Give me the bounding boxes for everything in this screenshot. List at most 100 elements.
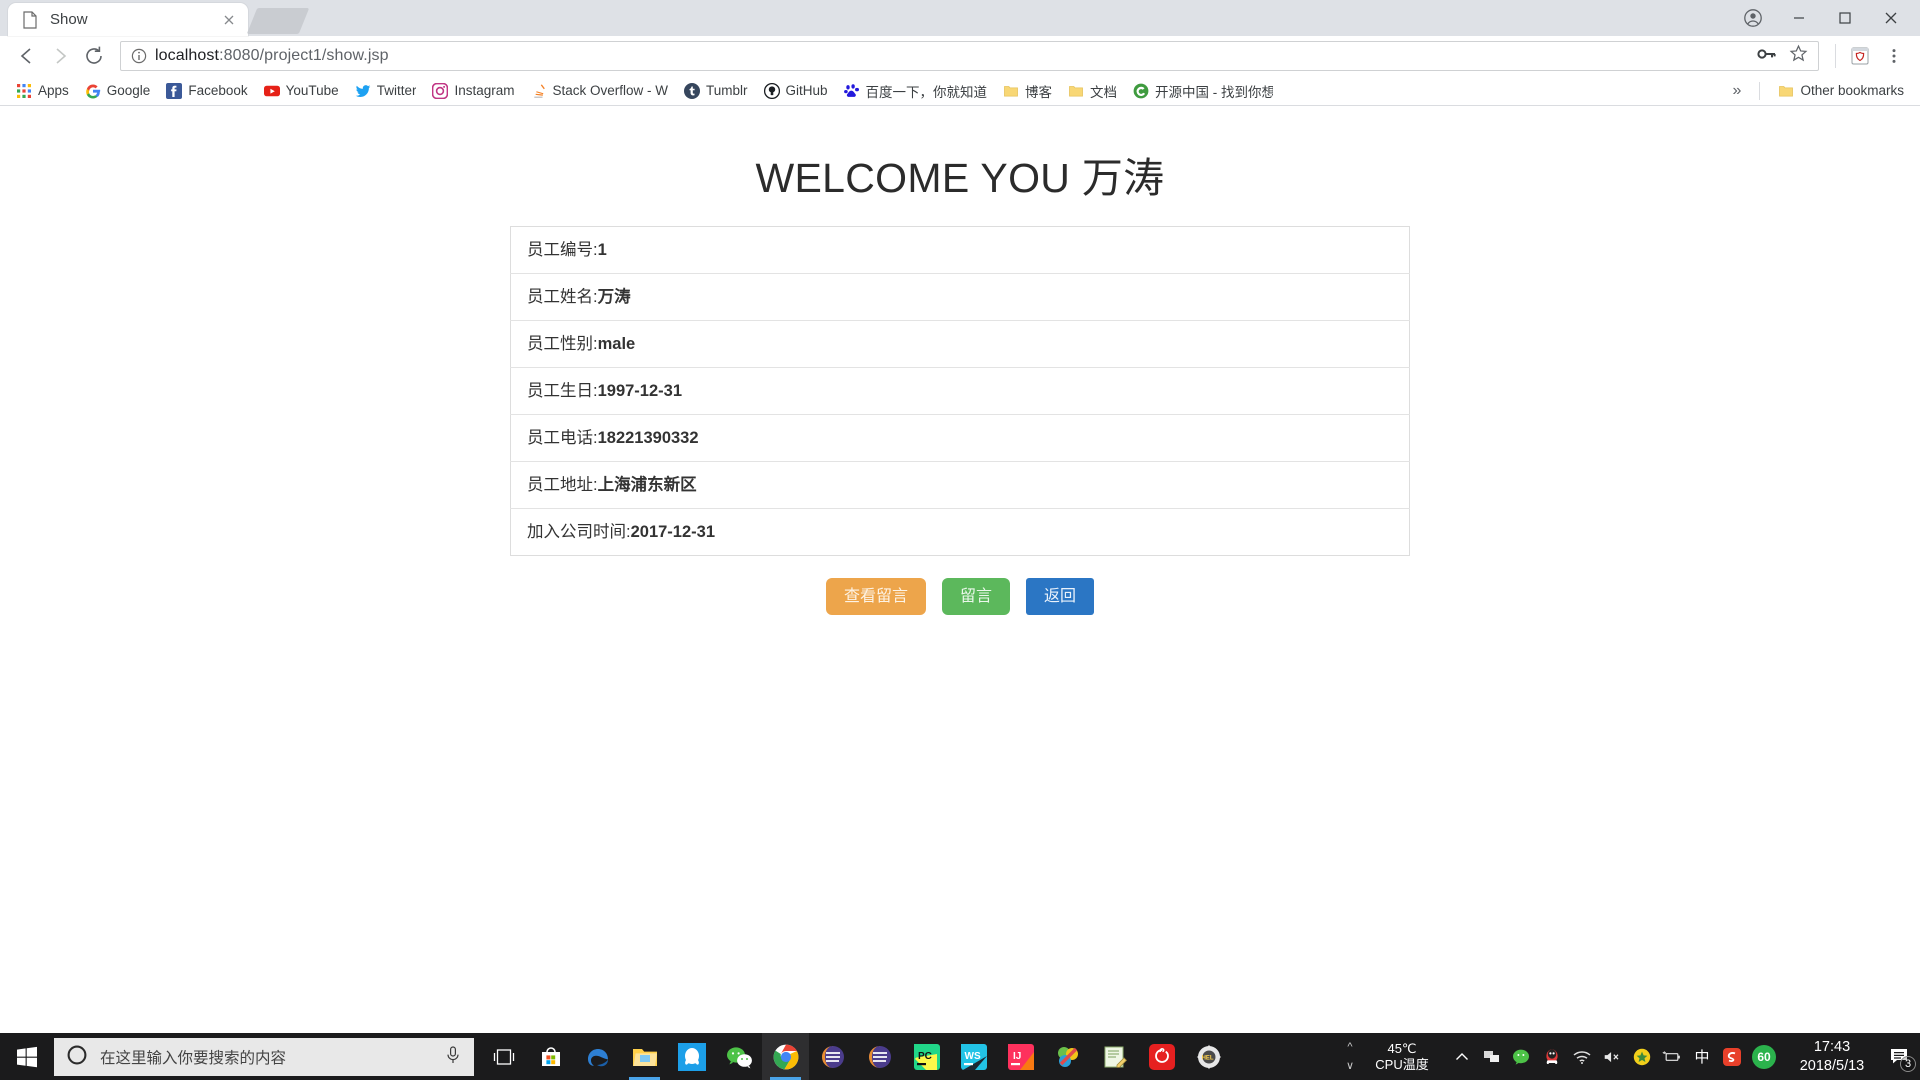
- row-value: 万涛: [597, 288, 631, 306]
- account-icon[interactable]: [1730, 3, 1776, 33]
- table-row: 员工性别:male: [510, 321, 1410, 368]
- bookmark-google[interactable]: Google: [77, 80, 159, 102]
- stackoverflow-icon: [530, 83, 546, 99]
- security-icon[interactable]: [1632, 1047, 1652, 1067]
- file-explorer-icon[interactable]: [621, 1033, 668, 1080]
- onedrive-icon[interactable]: [1482, 1047, 1502, 1067]
- bookmarks-bar: Apps Google Facebook YouTube Twitter Ins…: [0, 76, 1920, 106]
- bookmark-folder-blog[interactable]: 博客: [995, 78, 1060, 104]
- gear-tool-icon[interactable]: HEL: [1185, 1033, 1232, 1080]
- row-value: 1997-12-31: [597, 382, 682, 400]
- bookmark-tumblr[interactable]: Tumblr: [676, 80, 756, 102]
- chrome-icon[interactable]: [762, 1033, 809, 1080]
- bookmark-label: Instagram: [454, 83, 515, 98]
- wifi-icon[interactable]: [1572, 1047, 1592, 1067]
- wechat-tray-icon[interactable]: [1512, 1047, 1532, 1067]
- eclipse-icon-2[interactable]: [856, 1033, 903, 1080]
- table-cell: 员工电话:18221390332: [511, 415, 1410, 462]
- intellij-idea-icon[interactable]: IJ: [997, 1033, 1044, 1080]
- bookmark-oschina[interactable]: 开源中国 - 找到你想: [1125, 78, 1281, 104]
- bookmark-stackoverflow[interactable]: Stack Overflow - W: [522, 80, 676, 102]
- bookmark-github[interactable]: GitHub: [756, 80, 836, 102]
- task-view-icon[interactable]: [480, 1033, 527, 1080]
- browser-toolbar: localhost:8080/project1/show.jsp: [0, 36, 1920, 76]
- tray-scroll-chevrons[interactable]: ^ ∨: [1340, 1041, 1360, 1072]
- page-title: WELCOME YOU 万涛: [755, 155, 1165, 201]
- show-hidden-icons-chevron[interactable]: [1452, 1047, 1472, 1067]
- view-messages-button[interactable]: 查看留言: [825, 578, 926, 616]
- bookmarks-divider: [1759, 81, 1761, 100]
- search-input[interactable]: 在这里输入你要搜索的内容: [54, 1037, 474, 1076]
- tumblr-icon: [684, 82, 700, 99]
- webstorm-icon[interactable]: WS: [950, 1033, 997, 1080]
- qq-icon[interactable]: [668, 1033, 715, 1080]
- other-bookmarks-button[interactable]: Other bookmarks: [1770, 80, 1912, 102]
- windows-taskbar: 在这里输入你要搜索的内容 PC WS IJ HEL ^ ∨ 45℃ CPU温度 …: [0, 1033, 1920, 1080]
- wechat-icon[interactable]: [715, 1033, 762, 1080]
- chevron-up-icon[interactable]: ^: [1347, 1041, 1352, 1053]
- close-icon[interactable]: [220, 11, 238, 29]
- star-icon[interactable]: [1789, 44, 1808, 68]
- close-window-icon[interactable]: [1868, 3, 1914, 33]
- search-placeholder: 在这里输入你要搜索的内容: [100, 1049, 287, 1067]
- back-arrow-icon[interactable]: [10, 40, 42, 72]
- chevron-down-icon[interactable]: ∨: [1346, 1059, 1354, 1072]
- row-label: 员工生日:: [527, 382, 598, 400]
- bookmark-apps[interactable]: Apps: [8, 80, 77, 102]
- oschina-icon: [1133, 83, 1149, 99]
- folder-icon: [1003, 83, 1019, 99]
- reload-icon[interactable]: [78, 40, 110, 72]
- browser-window: Show localhost:8080/project1/show.jsp Ap…: [0, 0, 1920, 1033]
- clock-date: 2018/5/13: [1799, 1057, 1865, 1074]
- back-button[interactable]: 返回: [1026, 578, 1095, 616]
- edge-icon[interactable]: [574, 1033, 621, 1080]
- bookmarks-overflow-chevron[interactable]: »: [1725, 80, 1750, 102]
- netease-music-icon[interactable]: [1138, 1033, 1185, 1080]
- address-bar[interactable]: localhost:8080/project1/show.jsp: [120, 41, 1819, 71]
- driver-score-icon[interactable]: 60: [1752, 1044, 1776, 1069]
- folder-icon: [1068, 83, 1084, 99]
- microphone-icon[interactable]: [444, 1045, 462, 1069]
- key-icon[interactable]: [1757, 46, 1777, 67]
- taskbar-clock[interactable]: 17:43 2018/5/13: [1784, 1038, 1880, 1076]
- maximize-icon[interactable]: [1822, 3, 1868, 33]
- bookmark-baidu[interactable]: 百度一下，你就知道: [836, 78, 996, 104]
- microsoft-store-icon[interactable]: [527, 1033, 574, 1080]
- ime-chinese-icon[interactable]: 中: [1692, 1047, 1712, 1067]
- bookmark-label: 文档: [1090, 84, 1118, 100]
- row-label: 员工姓名:: [527, 288, 598, 306]
- row-label: 员工地址:: [527, 476, 598, 494]
- windows-start-icon[interactable]: [0, 1033, 54, 1080]
- minimize-icon[interactable]: [1776, 3, 1822, 33]
- bookmark-youtube[interactable]: YouTube: [256, 80, 347, 102]
- svg-text:HEL: HEL: [1201, 1055, 1213, 1061]
- tray-icon-list: 中 60: [1444, 1044, 1784, 1069]
- battery-icon[interactable]: [1662, 1047, 1682, 1067]
- bookmark-folder-docs[interactable]: 文档: [1060, 78, 1125, 104]
- twitter-icon: [355, 83, 371, 99]
- forward-arrow-icon[interactable]: [44, 40, 76, 72]
- leave-message-button[interactable]: 留言: [941, 578, 1010, 616]
- shield-extension-icon[interactable]: [1844, 40, 1876, 72]
- cpu-temperature-widget: 45℃ CPU温度: [1360, 1041, 1444, 1073]
- new-tab-button[interactable]: [246, 8, 310, 34]
- facebook-icon: [166, 82, 183, 99]
- bookmark-twitter[interactable]: Twitter: [347, 80, 425, 102]
- eclipse-icon[interactable]: [809, 1033, 856, 1080]
- three-dot-menu-icon[interactable]: [1878, 40, 1910, 72]
- table-cell: 员工性别:male: [511, 321, 1410, 368]
- pycharm-icon[interactable]: PC: [903, 1033, 950, 1080]
- qq-penguin-icon[interactable]: [1542, 1047, 1562, 1067]
- bookmark-instagram[interactable]: Instagram: [424, 80, 522, 102]
- navicat-icon[interactable]: [1044, 1033, 1091, 1080]
- bookmark-label: Google: [106, 83, 151, 98]
- table-cell: 员工生日:1997-12-31: [511, 368, 1410, 415]
- volume-muted-icon[interactable]: [1602, 1047, 1622, 1067]
- sogou-input-icon[interactable]: [1722, 1047, 1742, 1067]
- action-center-icon[interactable]: 3: [1880, 1033, 1920, 1080]
- info-circle-icon[interactable]: [131, 48, 147, 64]
- bookmark-facebook[interactable]: Facebook: [158, 80, 255, 102]
- notepad-icon[interactable]: [1091, 1033, 1138, 1080]
- table-cell: 员工编号:1: [511, 227, 1410, 274]
- tab-show[interactable]: Show: [8, 3, 248, 36]
